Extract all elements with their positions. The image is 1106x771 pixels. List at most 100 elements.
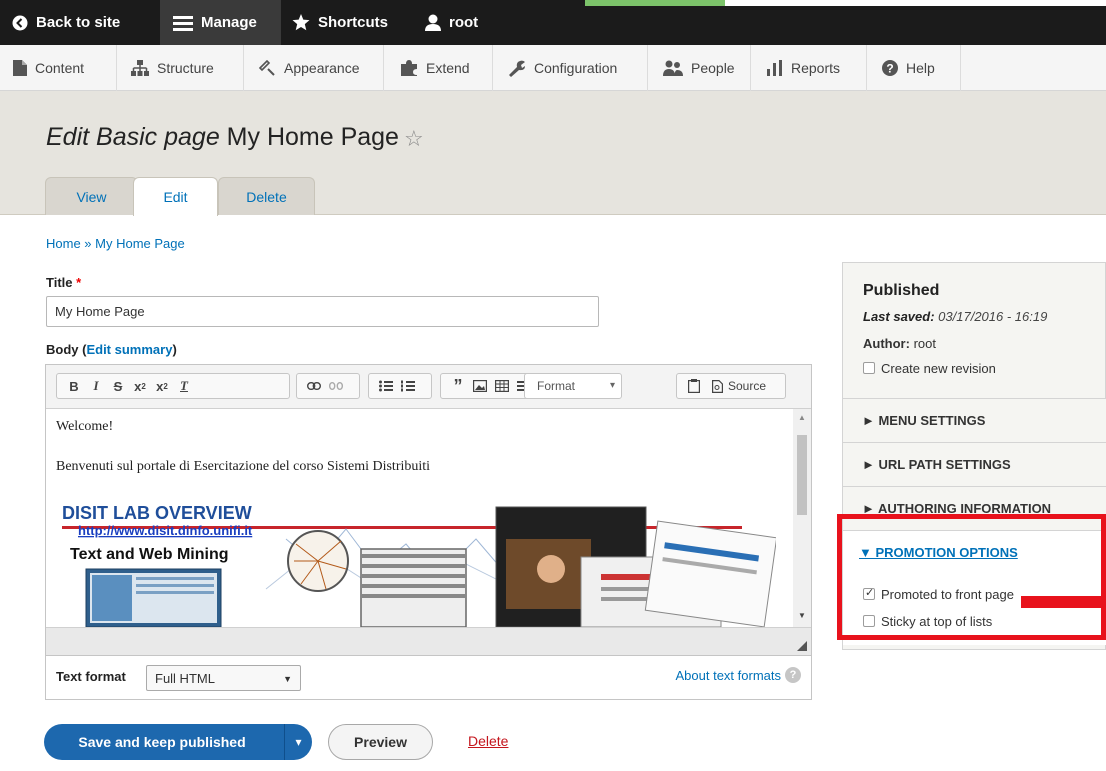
resize-handle-icon[interactable] <box>797 641 807 651</box>
text-format-value: Full HTML <box>155 670 215 686</box>
link-group <box>296 373 360 399</box>
save-button-label: Save and keep published <box>78 734 246 750</box>
editor-line-benvenuti: Benvenuti sul portale di Esercitazione d… <box>56 459 431 474</box>
scrollbar-thumb[interactable] <box>797 435 807 515</box>
page-title-type: Edit Basic page <box>46 123 220 151</box>
back-to-site-label: Back to site <box>36 14 121 31</box>
tab-edit-label: Edit <box>163 189 188 205</box>
author-label: Author: <box>863 336 910 351</box>
edit-summary-link[interactable]: Edit summary <box>86 342 172 357</box>
create-revision-checkbox[interactable] <box>863 362 875 374</box>
admin-toolbar: Back to site Manage Shortcuts root <box>0 0 1106 45</box>
preview-button[interactable]: Preview <box>328 724 433 760</box>
menu-settings-section[interactable]: ► MENU SETTINGS <box>843 398 1106 442</box>
format-dropdown-label: Format <box>537 379 576 393</box>
text-format-select[interactable]: Full HTML ▼ <box>146 665 301 691</box>
scroll-down-icon[interactable]: ▼ <box>798 611 806 620</box>
svg-text:?: ? <box>886 62 893 76</box>
italic-button[interactable]: I <box>85 374 107 398</box>
chevron-down-icon[interactable]: ▾ <box>285 735 312 749</box>
url-path-settings-label: ► URL PATH SETTINGS <box>862 457 1011 472</box>
people-icon <box>663 60 683 76</box>
page-title: Edit Basic page My Home Page <box>46 123 399 152</box>
superscript-button[interactable]: x2 <box>129 374 151 398</box>
link-button[interactable] <box>303 374 325 398</box>
paste-icon <box>688 379 700 393</box>
star-icon <box>292 14 310 31</box>
tray-label-help: Help <box>906 60 935 76</box>
editor-content[interactable]: Welcome! Benvenuti sul portale di Eserci… <box>46 409 811 627</box>
question-icon[interactable]: ? <box>785 667 801 683</box>
scroll-up-icon[interactable]: ▲ <box>798 413 806 422</box>
last-saved-label: Last saved: <box>863 309 935 324</box>
user-tab[interactable]: root <box>425 0 478 45</box>
chevron-down-icon: ▼ <box>283 674 292 684</box>
table-button[interactable] <box>491 374 513 398</box>
tab-delete[interactable]: Delete <box>218 177 315 215</box>
tab-view[interactable]: View <box>45 177 138 215</box>
about-text-formats-link[interactable]: About text formats <box>676 668 782 683</box>
chevron-down-icon: ▾ <box>609 380 615 391</box>
editor-scrollbar[interactable]: ▲ ▼ <box>793 409 811 627</box>
list-group <box>368 373 432 399</box>
source-icon <box>711 379 723 393</box>
tray-item-configuration[interactable]: Configuration <box>493 45 648 91</box>
title-input[interactable] <box>46 296 599 327</box>
author-value: root <box>913 336 936 351</box>
image-subtitle-text: Text and Web Mining <box>70 546 229 563</box>
blockquote-button[interactable]: ” <box>447 374 469 398</box>
tray-item-appearance[interactable]: Appearance <box>244 45 384 91</box>
hamburger-icon <box>173 15 193 31</box>
format-dropdown[interactable]: Format ▾ <box>524 373 622 399</box>
title-field-label: Title * <box>46 275 81 290</box>
puzzle-icon <box>401 60 417 76</box>
bulleted-list-button[interactable] <box>375 374 397 398</box>
shortcuts-tab[interactable]: Shortcuts <box>292 0 388 45</box>
subscript-button[interactable]: x2 <box>151 374 173 398</box>
tab-edit[interactable]: Edit <box>133 177 218 216</box>
tray-label-appearance: Appearance <box>284 60 360 76</box>
tray-item-help[interactable]: ? Help <box>867 45 961 91</box>
tab-view-label: View <box>76 188 107 205</box>
unlink-button[interactable] <box>325 374 347 398</box>
tab-delete-label: Delete <box>246 188 287 205</box>
tray-item-reports[interactable]: Reports <box>751 45 867 91</box>
editor-line-welcome: Welcome! <box>56 419 114 434</box>
source-label: Source <box>727 379 767 393</box>
remove-format-button[interactable]: T <box>173 374 195 398</box>
image-url-text: http://www.disit.dinfo.unifi.it <box>78 523 253 538</box>
strikethrough-button[interactable]: S <box>107 374 129 398</box>
tray-item-people[interactable]: People <box>648 45 751 91</box>
tray-label-content: Content <box>35 60 85 76</box>
image-button[interactable] <box>469 374 491 398</box>
url-path-settings-section[interactable]: ► URL PATH SETTINGS <box>843 442 1106 486</box>
text-format-row: Text format Full HTML ▼ About text forma… <box>45 656 812 700</box>
unlink-icon <box>329 382 343 390</box>
tray-item-content[interactable]: Content <box>0 45 117 91</box>
breadcrumb[interactable]: Home » My Home Page <box>46 236 185 251</box>
menu-settings-label: ► MENU SETTINGS <box>862 413 986 428</box>
numbered-list-button[interactable] <box>397 374 419 398</box>
back-to-site-link[interactable]: Back to site <box>12 0 120 45</box>
paste-button[interactable] <box>683 374 705 398</box>
tray-label-people: People <box>691 60 735 76</box>
manage-label: Manage <box>201 14 257 31</box>
preview-button-label: Preview <box>354 734 407 750</box>
required-marker: * <box>76 275 82 290</box>
manage-tab[interactable]: Manage <box>160 0 281 45</box>
shortcut-star-icon[interactable]: ☆ <box>404 126 424 152</box>
tray-item-structure[interactable]: Structure <box>117 45 244 91</box>
bulleted-list-icon <box>379 380 393 392</box>
image-title-text: DISIT LAB OVERVIEW <box>62 503 252 523</box>
back-arrow-icon <box>12 15 28 30</box>
publish-status: Published <box>863 282 940 299</box>
bold-button[interactable]: B <box>63 374 85 398</box>
structure-icon <box>131 60 149 76</box>
source-button[interactable]: Source <box>705 374 773 398</box>
body-field-label: Body (Edit summary) <box>46 342 177 357</box>
paintbrush-icon <box>258 60 275 76</box>
tray-item-extend[interactable]: Extend <box>384 45 493 91</box>
delete-link[interactable]: Delete <box>468 733 508 749</box>
embedded-overview-image: DISIT LAB OVERVIEW http://www.disit.dinf… <box>56 499 776 627</box>
save-button[interactable]: Save and keep published ▾ <box>44 724 312 760</box>
